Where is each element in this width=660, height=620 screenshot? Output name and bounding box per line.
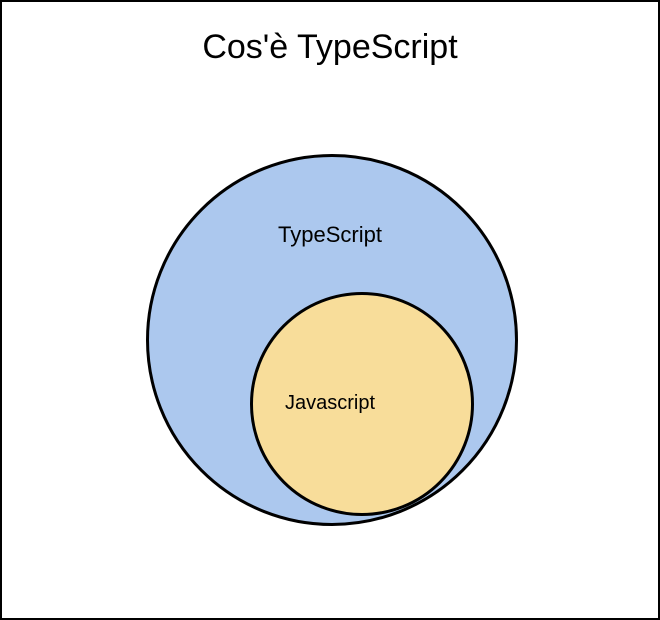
subset-label: Javascript (2, 392, 658, 415)
diagram-title: Cos'è TypeScript (2, 28, 658, 67)
diagram-frame: Cos'è TypeScript TypeScript Javascript (0, 0, 660, 620)
superset-label: TypeScript (2, 222, 658, 248)
